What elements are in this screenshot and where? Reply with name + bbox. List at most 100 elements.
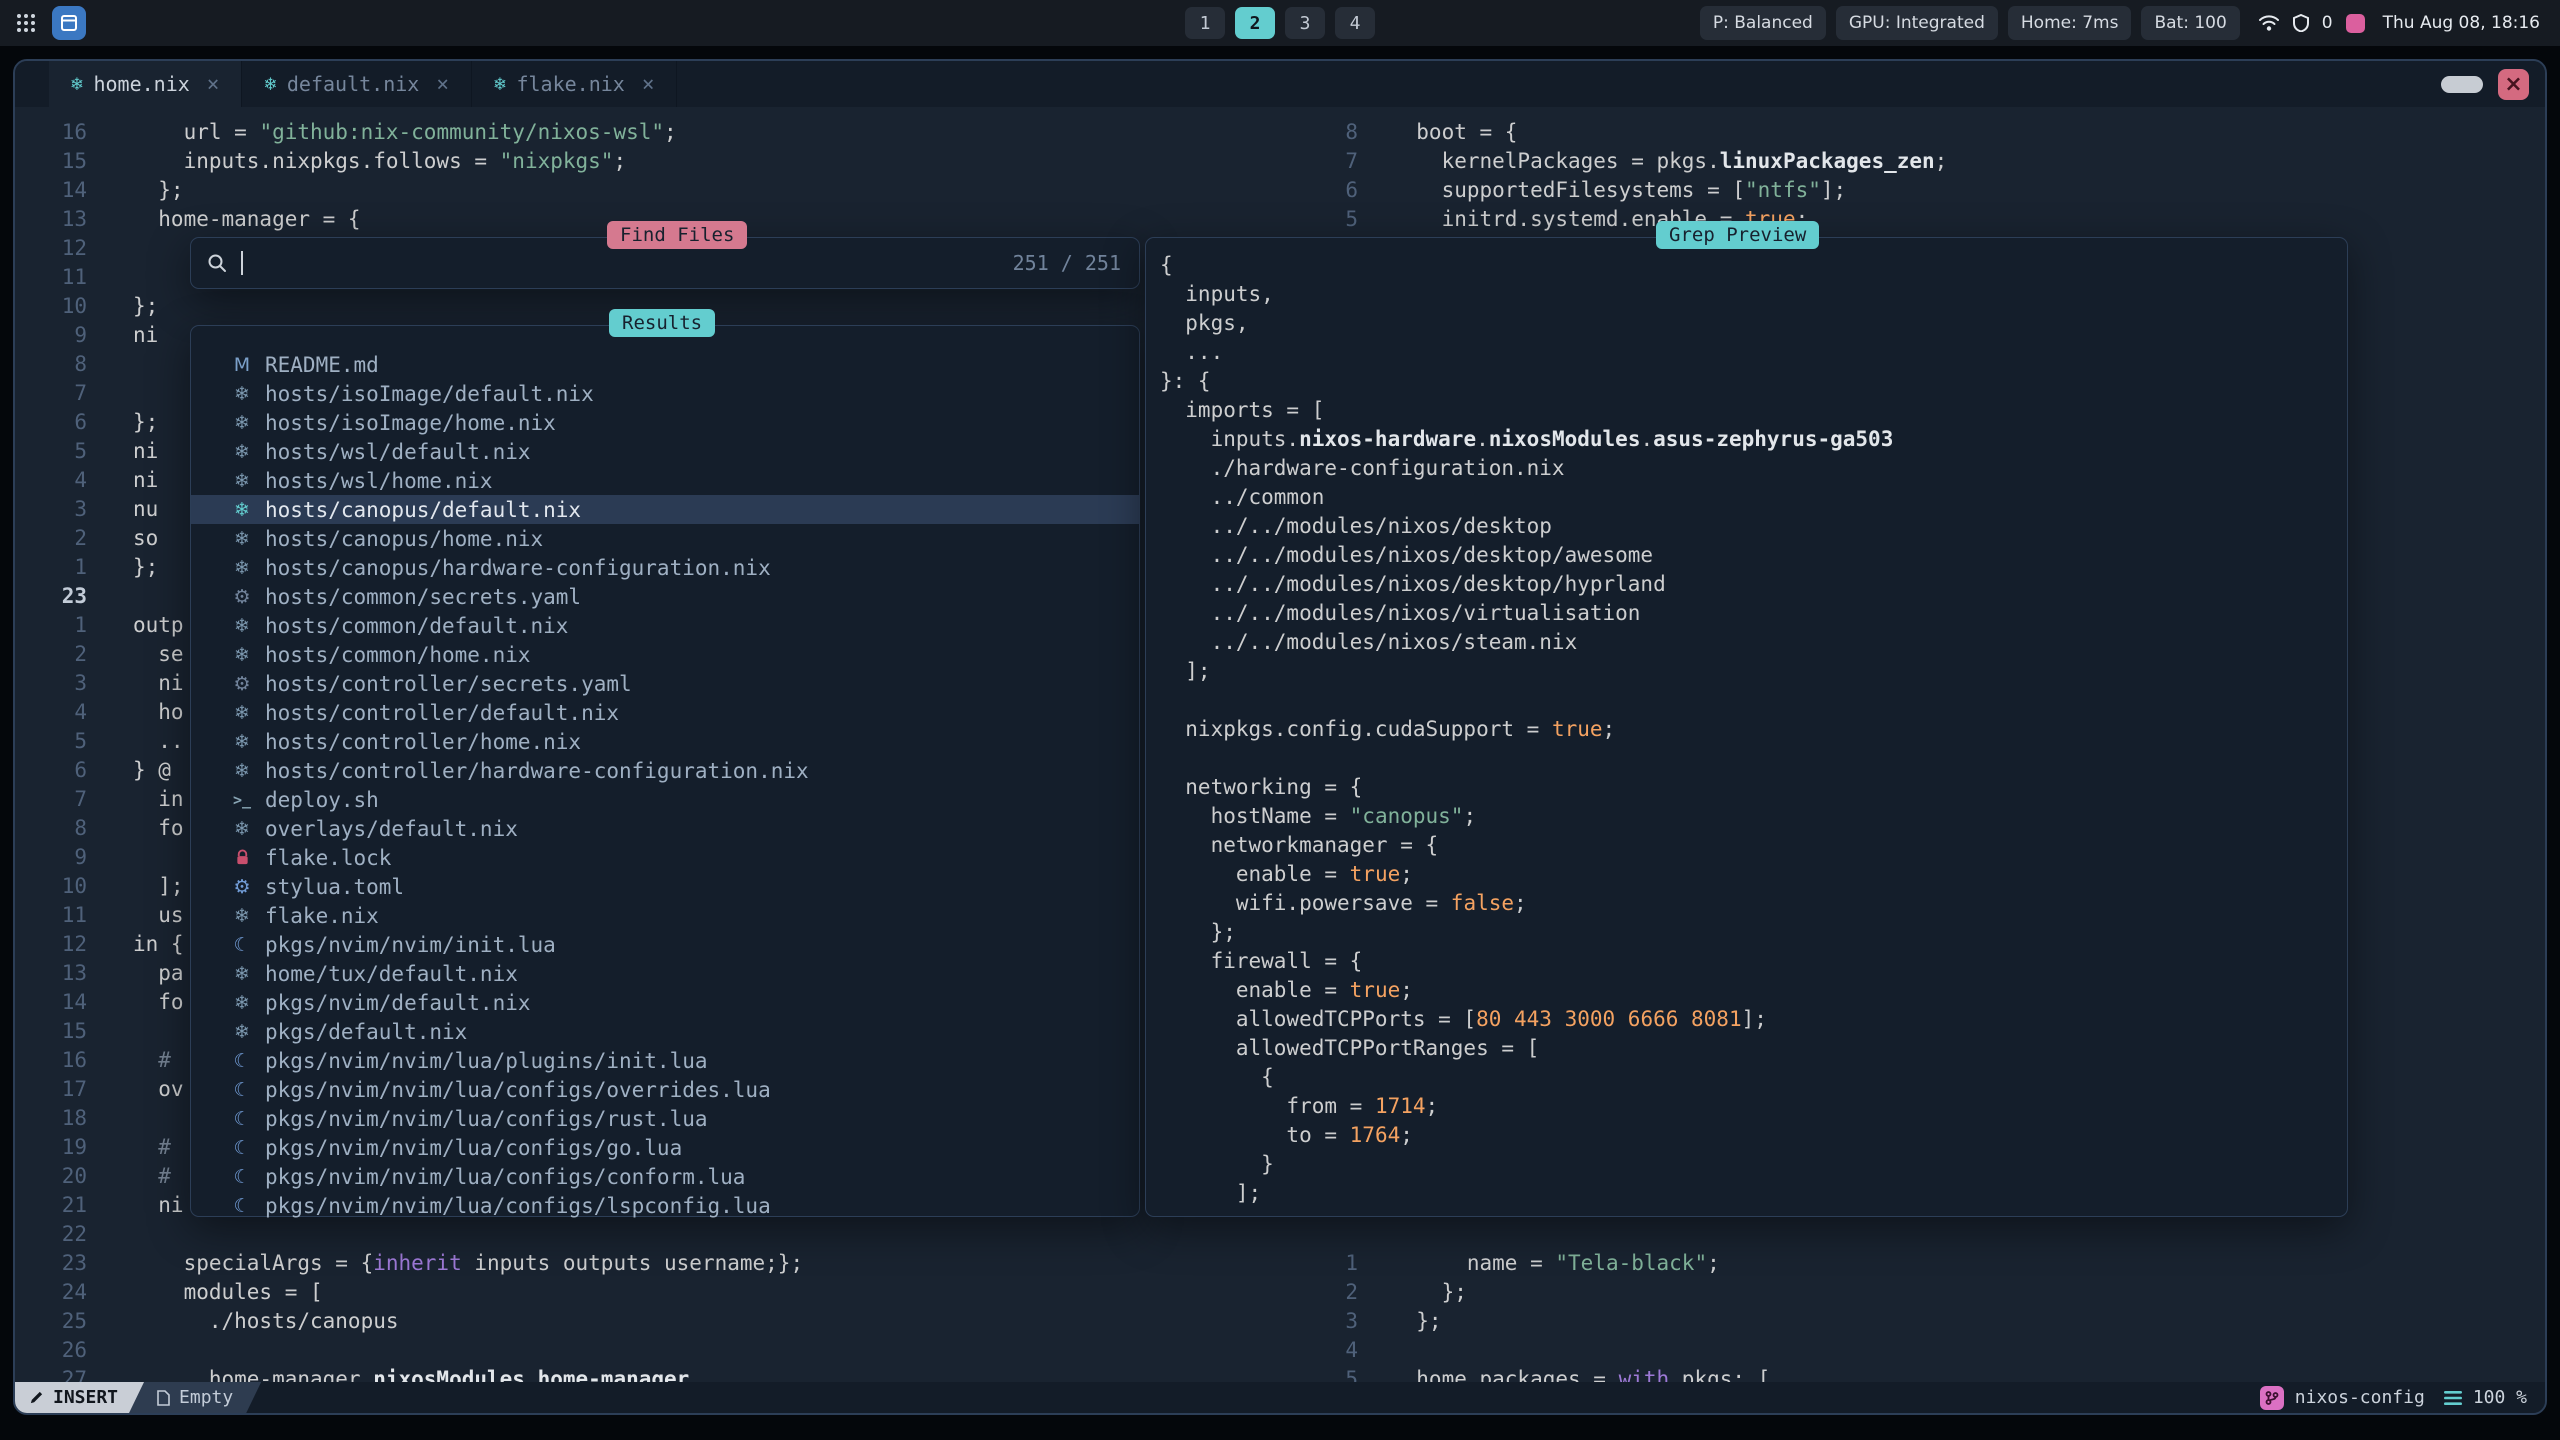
lua-icon: ☾ <box>227 934 257 956</box>
workspace-button-3[interactable]: 3 <box>1285 7 1325 39</box>
result-item[interactable]: MREADME.md <box>191 350 1139 379</box>
code-text: from = 1714; <box>1160 1092 1438 1121</box>
app-launcher-icon[interactable] <box>16 13 36 33</box>
text-cursor <box>241 251 243 275</box>
toggle-pill-button[interactable] <box>2441 76 2483 93</box>
result-item[interactable]: ❄hosts/isoImage/home.nix <box>191 408 1139 437</box>
result-label: pkgs/nvim/nvim/lua/configs/go.lua <box>265 1136 682 1160</box>
result-label: deploy.sh <box>265 788 379 812</box>
result-item[interactable]: ❄hosts/canopus/default.nix <box>191 495 1139 524</box>
workspace-button-2[interactable]: 2 <box>1235 7 1275 39</box>
focused-app-icon[interactable] <box>52 6 86 40</box>
line-number: 7 <box>1316 147 1358 176</box>
code-line: 24 modules = [ <box>15 1278 1316 1307</box>
result-item[interactable]: ☾pkgs/nvim/nvim/lua/configs/lspconfig.lu… <box>191 1191 1139 1220</box>
code-line: ../../modules/nixos/desktop/hyprland <box>1160 570 2347 599</box>
code-text: specialArgs = {inherit inputs outputs us… <box>133 1249 803 1278</box>
result-item[interactable]: ❄pkgs/default.nix <box>191 1017 1139 1046</box>
code-text: wifi.powersave = false; <box>1160 889 1527 918</box>
line-number: 3 <box>1316 1307 1358 1336</box>
code-line: 7 kernelPackages = pkgs.linuxPackages_ze… <box>1316 147 2545 176</box>
result-item[interactable]: ❄hosts/common/home.nix <box>191 640 1139 669</box>
tab-close-icon[interactable]: × <box>207 72 220 96</box>
code-text: in { <box>133 930 184 959</box>
result-item[interactable]: ⚙stylua.toml <box>191 872 1139 901</box>
tab-flake.nix[interactable]: ❄flake.nix× <box>472 61 677 107</box>
result-item[interactable]: ❄home/tux/default.nix <box>191 959 1139 988</box>
tab-close-icon[interactable]: × <box>436 72 449 96</box>
code-text: ov <box>133 1075 184 1104</box>
result-item[interactable]: ❄overlays/default.nix <box>191 814 1139 843</box>
code-line: imports = [ <box>1160 396 2347 425</box>
code-line: inputs.nixos-hardware.nixosModules.asus-… <box>1160 425 2347 454</box>
grep-preview-pane: { inputs, pkgs, ...}: { imports = [ inpu… <box>1145 237 2348 1217</box>
line-number: 13 <box>15 205 87 234</box>
system-tray: 0 <box>2254 13 2369 33</box>
tab-default.nix[interactable]: ❄default.nix× <box>242 61 472 107</box>
result-item[interactable]: ☾pkgs/nvim/nvim/lua/configs/overrides.lu… <box>191 1075 1139 1104</box>
code-text: ni <box>133 1191 184 1220</box>
results-list[interactable]: MREADME.md❄hosts/isoImage/default.nix❄ho… <box>190 325 1140 1217</box>
status-module[interactable]: Home: 7ms <box>2008 6 2132 40</box>
result-item[interactable]: ⚙hosts/controller/secrets.yaml <box>191 669 1139 698</box>
tab-close-icon[interactable]: × <box>642 72 655 96</box>
result-item[interactable]: ❄flake.nix <box>191 901 1139 930</box>
code-text: }; <box>1391 1307 1442 1336</box>
code-line: allowedTCPPortRanges = [ <box>1160 1034 2347 1063</box>
code-text: hostName = "canopus"; <box>1160 802 1476 831</box>
line-number: 5 <box>1316 205 1358 234</box>
code-line: wifi.powersave = false; <box>1160 889 2347 918</box>
line-number: 18 <box>15 1104 87 1133</box>
result-item[interactable]: ❄hosts/isoImage/default.nix <box>191 379 1139 408</box>
git-repo-icon[interactable] <box>2260 1386 2284 1410</box>
result-item[interactable]: ❄hosts/canopus/hardware-configuration.ni… <box>191 553 1139 582</box>
result-label: pkgs/nvim/nvim/lua/configs/overrides.lua <box>265 1078 771 1102</box>
result-item[interactable]: ☾pkgs/nvim/nvim/lua/configs/go.lua <box>191 1133 1139 1162</box>
line-number: 1 <box>15 611 87 640</box>
status-module[interactable]: Bat: 100 <box>2141 6 2239 40</box>
gear-blue-icon: ⚙ <box>227 876 257 898</box>
result-item[interactable]: ❄hosts/wsl/home.nix <box>191 466 1139 495</box>
code-text: ]; <box>1160 1179 1261 1208</box>
line-number: 11 <box>15 901 87 930</box>
code-text: }; <box>1391 1278 1467 1307</box>
code-line: hostName = "canopus"; <box>1160 802 2347 831</box>
nix-icon: ❄ <box>227 731 257 753</box>
result-item[interactable]: ⚙hosts/common/secrets.yaml <box>191 582 1139 611</box>
right-pane-bottom-lines: 1 name = "Tela-black";2 };3 };45 home.pa… <box>1316 1249 2545 1386</box>
status-module[interactable]: GPU: Integrated <box>1836 6 1998 40</box>
result-item[interactable]: ☾pkgs/nvim/nvim/lua/configs/conform.lua <box>191 1162 1139 1191</box>
window-close-button[interactable]: × <box>2498 69 2529 100</box>
code-text: imports = [ <box>1160 396 1324 425</box>
wifi-icon[interactable] <box>2258 14 2280 32</box>
grep-preview-title: Grep Preview <box>1656 221 1819 249</box>
editor-area[interactable]: 16 url = "github:nix-community/nixos-wsl… <box>15 107 2545 1386</box>
line-number: 9 <box>15 843 87 872</box>
screen-record-icon[interactable] <box>2346 14 2365 33</box>
result-item[interactable]: ❄hosts/controller/default.nix <box>191 698 1139 727</box>
result-item[interactable]: ❄pkgs/nvim/default.nix <box>191 988 1139 1017</box>
status-module[interactable]: P: Balanced <box>1700 6 1826 40</box>
result-item[interactable]: ☾pkgs/nvim/nvim/init.lua <box>191 930 1139 959</box>
shield-icon[interactable] <box>2293 14 2309 32</box>
result-item[interactable]: ❄hosts/controller/hardware-configuration… <box>191 756 1139 785</box>
workspace-button-4[interactable]: 4 <box>1335 7 1375 39</box>
code-line: }: { <box>1160 367 2347 396</box>
workspace-button-1[interactable]: 1 <box>1185 7 1225 39</box>
code-text: }: { <box>1160 367 1211 396</box>
code-line: ../../modules/nixos/steam.nix <box>1160 628 2347 657</box>
tab-home.nix[interactable]: ❄home.nix× <box>49 61 242 107</box>
result-item[interactable]: flake.lock <box>191 843 1139 872</box>
result-item[interactable]: ❄hosts/common/default.nix <box>191 611 1139 640</box>
result-item[interactable]: ❄hosts/wsl/default.nix <box>191 437 1139 466</box>
code-text: kernelPackages = pkgs.linuxPackages_zen; <box>1391 147 1947 176</box>
buffer-label: Empty <box>179 1387 233 1408</box>
result-label: hosts/wsl/home.nix <box>265 469 493 493</box>
result-item[interactable]: ☾pkgs/nvim/nvim/lua/configs/rust.lua <box>191 1104 1139 1133</box>
line-number: 10 <box>15 292 87 321</box>
result-item[interactable]: ☾pkgs/nvim/nvim/lua/plugins/init.lua <box>191 1046 1139 1075</box>
result-label: flake.lock <box>265 846 391 870</box>
result-item[interactable]: ❄hosts/canopus/home.nix <box>191 524 1139 553</box>
result-item[interactable]: >_deploy.sh <box>191 785 1139 814</box>
result-item[interactable]: ❄hosts/controller/home.nix <box>191 727 1139 756</box>
